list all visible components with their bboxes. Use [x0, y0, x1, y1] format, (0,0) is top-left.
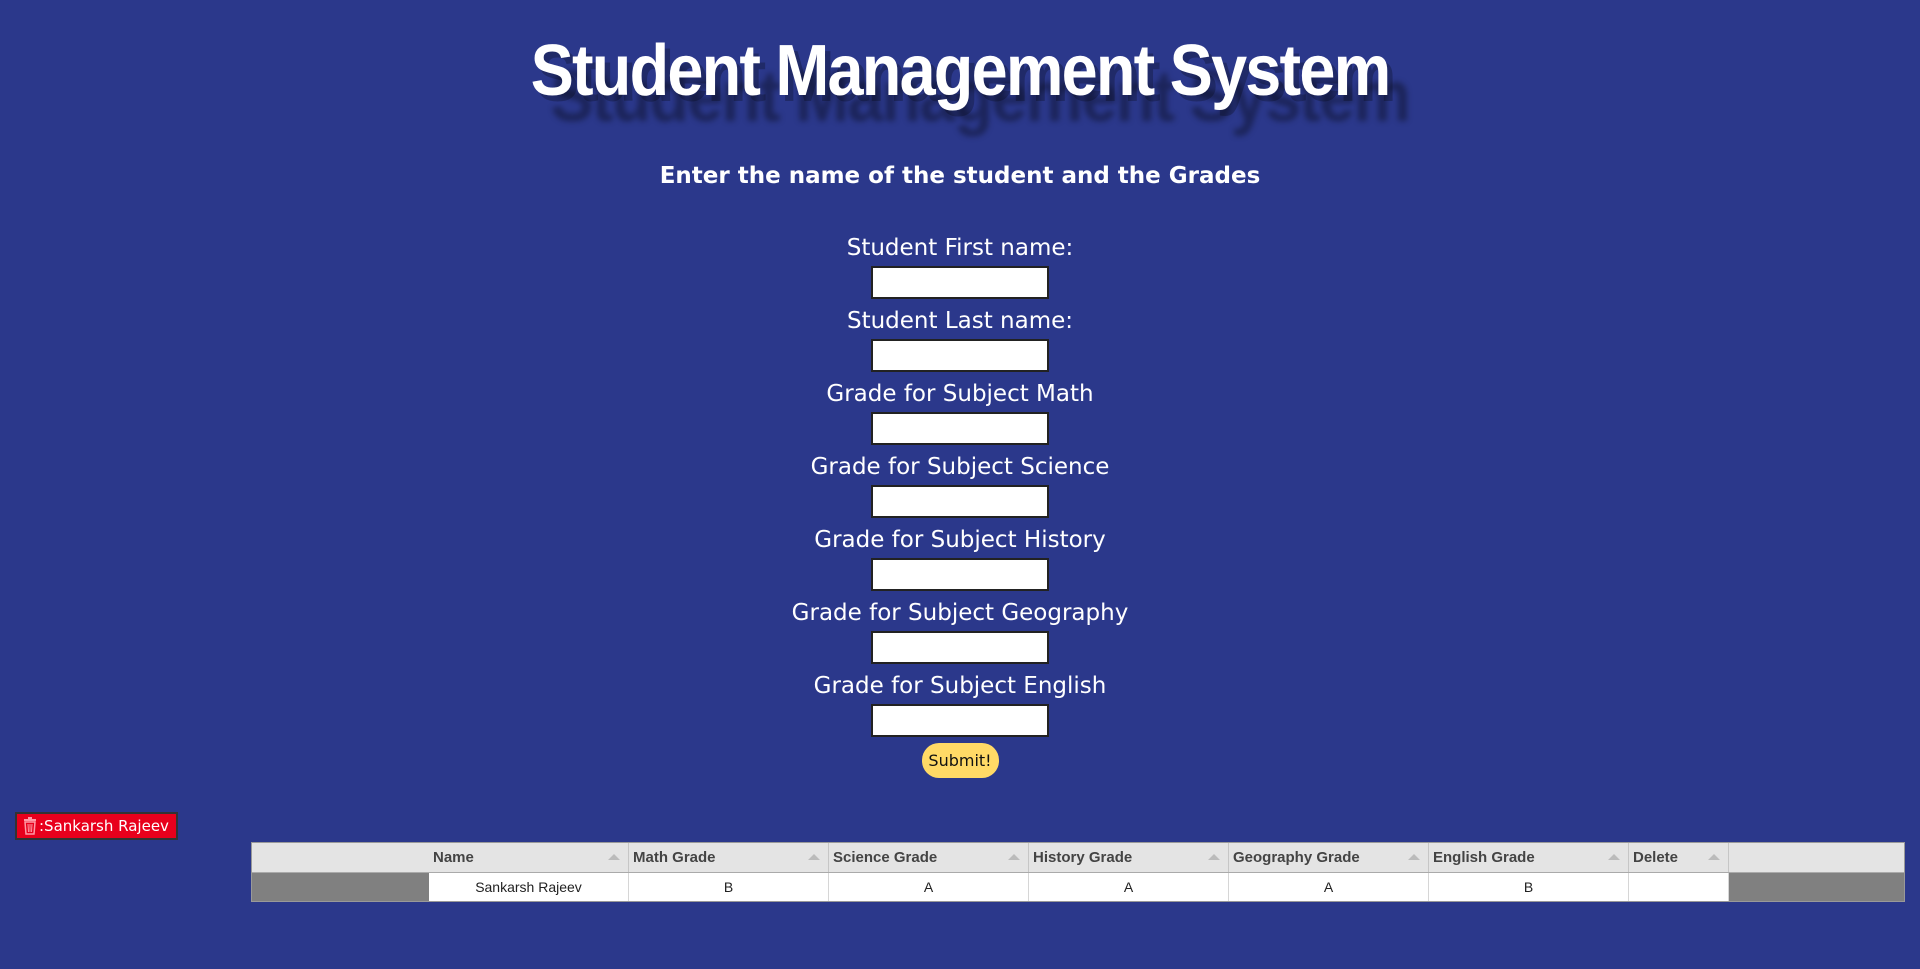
last-name-input[interactable] — [871, 339, 1049, 372]
cell-history-grade: A — [1029, 873, 1229, 901]
geography-grade-input[interactable] — [871, 631, 1049, 664]
sort-arrow-icon — [608, 854, 620, 860]
cell-science-grade: A — [829, 873, 1029, 901]
math-grade-label: Grade for Subject Math — [826, 381, 1094, 407]
science-grade-label: Grade for Subject Science — [810, 454, 1110, 480]
cell-name: Sankarsh Rajeev — [429, 873, 629, 901]
sort-arrow-icon — [1008, 854, 1020, 860]
column-header-science[interactable]: Science Grade — [829, 843, 1029, 872]
column-header-label: Geography Grade — [1233, 849, 1360, 866]
last-name-label: Student Last name: — [846, 308, 1074, 334]
column-header-label: English Grade — [1433, 849, 1535, 866]
grades-table: Name Math Grade Science Grade History Gr… — [251, 842, 1905, 902]
math-grade-input[interactable] — [871, 412, 1049, 445]
submit-button[interactable]: Submit! — [921, 743, 999, 778]
first-name-input[interactable] — [871, 266, 1049, 299]
trash-icon — [23, 817, 37, 835]
column-header-english[interactable]: English Grade — [1429, 843, 1629, 872]
column-header-history[interactable]: History Grade — [1029, 843, 1229, 872]
column-header-label: Math Grade — [633, 849, 716, 866]
column-header-label: Name — [433, 849, 474, 866]
cell-delete[interactable] — [1629, 873, 1729, 901]
cell-math-grade: B — [629, 873, 829, 901]
history-grade-input[interactable] — [871, 558, 1049, 591]
column-header-label: Delete — [1633, 849, 1679, 866]
column-header-label: History Grade — [1033, 849, 1133, 866]
page-title: Student Management System — [530, 31, 1392, 111]
column-header-math[interactable]: Math Grade — [629, 843, 829, 872]
table-row[interactable]: Sankarsh Rajeev B A A A B — [252, 873, 1904, 901]
sort-arrow-icon — [1708, 854, 1720, 860]
sort-arrow-icon — [1608, 854, 1620, 860]
english-grade-label: Grade for Subject English — [813, 673, 1107, 699]
student-chip-label: :Sankarsh Rajeev — [39, 817, 169, 835]
column-header-delete[interactable]: Delete — [1629, 843, 1729, 872]
english-grade-input[interactable] — [871, 704, 1049, 737]
form-instructions: Enter the name of the student and the Gr… — [659, 163, 1261, 189]
column-header-name[interactable]: Name — [429, 843, 629, 872]
student-form: Student First name: Student Last name: G… — [0, 230, 1920, 778]
sort-arrow-icon — [1408, 854, 1420, 860]
student-delete-chip[interactable]: :Sankarsh Rajeev — [15, 812, 178, 840]
science-grade-input[interactable] — [871, 485, 1049, 518]
geography-grade-label: Grade for Subject Geography — [791, 600, 1129, 626]
column-header-label: Science Grade — [833, 849, 938, 866]
sort-arrow-icon — [1208, 854, 1220, 860]
table-header: Name Math Grade Science Grade History Gr… — [252, 843, 1904, 873]
history-grade-label: Grade for Subject History — [814, 527, 1106, 553]
first-name-label: Student First name: — [846, 235, 1074, 261]
sort-arrow-icon — [808, 854, 820, 860]
column-header-geography[interactable]: Geography Grade — [1229, 843, 1429, 872]
cell-geography-grade: A — [1229, 873, 1429, 901]
cell-english-grade: B — [1429, 873, 1629, 901]
